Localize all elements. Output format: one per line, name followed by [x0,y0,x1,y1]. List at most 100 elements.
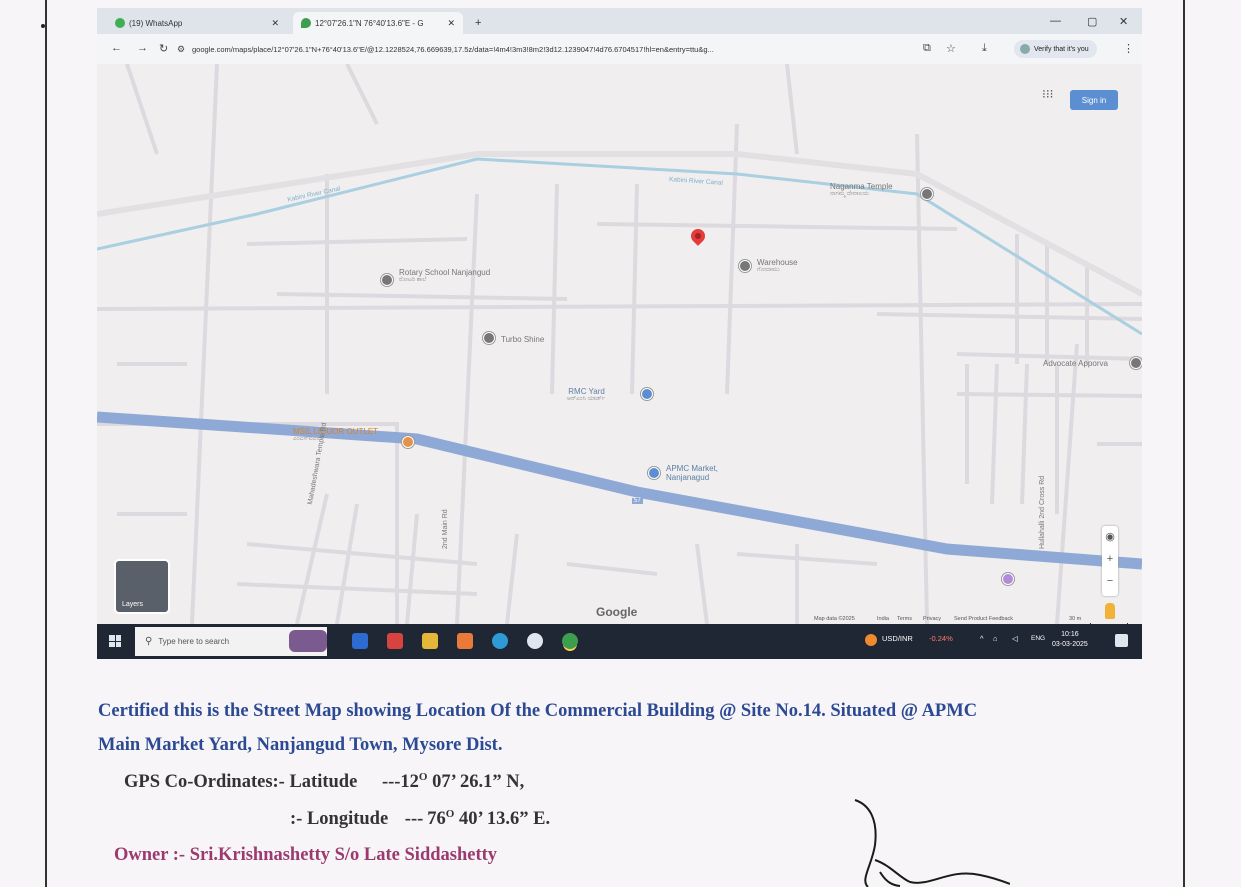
place-warehouse[interactable]: Warehouse ಗೋದಾಮು [757,258,798,274]
chrome-icon[interactable] [562,633,578,649]
place-liquor-outlet[interactable]: MSIL LIQUOR OUTLET ಎಂಎಸ್ಐಎಲ್ [293,427,378,443]
tab-label: 12°07'26.1"N 76°40'13.6"E - G [315,18,424,28]
region-link[interactable]: India [877,616,889,622]
route-shield: 57 [632,498,643,504]
privacy-link[interactable]: Privacy [923,616,941,622]
volume-icon[interactable]: ◁ [1012,634,1018,643]
latitude-dash: --- [381,772,401,793]
zoom-in-button[interactable]: + [1102,548,1118,570]
language-indicator[interactable]: ENG [1031,635,1045,642]
place-name-line1: APMC Market, [666,464,719,473]
feedback-link[interactable]: Send Product Feedback [954,616,1013,622]
sign-in-button[interactable]: Sign in [1070,90,1118,110]
browser-toolbar: ← → ↻ ⚙ google.com/maps/place/12°07'26.1… [97,34,1142,65]
profile-avatar [1020,44,1030,54]
bookmark-star-icon[interactable]: ☆ [946,42,956,55]
my-location-icon[interactable]: ◉ [1102,526,1118,548]
clock-time: 10:16 [1061,631,1079,638]
advocate-poi-icon[interactable] [1130,357,1142,369]
ticker-icon [865,634,877,646]
search-highlight-image [289,630,327,652]
file-explorer-icon[interactable] [422,633,438,649]
tray-overflow-icon[interactable]: ^ [980,634,984,643]
close-window-icon[interactable]: ✕ [1119,15,1128,28]
app-icon[interactable] [387,633,403,649]
place-name: RMC Yard [568,387,605,396]
latitude-degrees: 12 [400,772,419,793]
longitude-rest: 40’ 13.6” E. [454,809,551,830]
taskbar-clock[interactable]: 10:16 03-03-2025 [1052,630,1088,650]
pegman-icon[interactable] [1105,603,1115,619]
place-turbo-shine[interactable]: Turbo Shine [501,335,544,344]
verify-label: Verify that it's you [1034,45,1089,53]
app-icon[interactable] [457,633,473,649]
windows-taskbar: ⚲ Type here to search USD/INR -0.24% ^ ⌂… [97,624,1142,659]
network-icon[interactable]: ⌂ [993,634,998,643]
temple-poi-icon[interactable] [921,188,933,200]
browser-menu-icon[interactable]: ⋮ [1123,42,1134,55]
address-bar[interactable]: google.com/maps/place/12°07'26.1"N+76°40… [192,45,902,54]
google-logo: Google [596,605,638,619]
search-placeholder: Type here to search [158,637,230,646]
minimize-icon[interactable]: — [1050,15,1061,27]
zoom-out-button[interactable]: − [1102,570,1118,592]
edge-icon[interactable] [492,633,508,649]
place-subname: ರೋಟರಿ ಶಾಲೆ [399,277,427,283]
search-icon: ⚲ [145,636,153,647]
zoom-controls: ◉ + − [1102,526,1118,596]
latitude-rest: 07’ 26.1” N, [427,772,525,793]
forward-arrow-icon[interactable]: → [137,42,148,54]
paper-border-left [45,0,47,887]
clock-date: 03-03-2025 [1052,641,1088,648]
label-hullahalli-rd: Hullahalli 2nd Cross Rd [1039,475,1046,549]
reload-icon[interactable]: ↻ [159,42,168,55]
close-icon[interactable]: ✕ [447,18,455,29]
rmc-yard-poi-icon[interactable] [641,388,653,400]
apps-grid-icon[interactable]: ⁝⁝⁝ [1042,87,1053,101]
place-name-line2: Nanjanagud [666,473,710,482]
place-rotary-school[interactable]: Rotary School Nanjangud ರೋಟರಿ ಶಾಲೆ [399,268,490,284]
gps-longitude-line: :- Longitude --- 76O 40’ 13.6” E. [290,808,550,830]
notifications-icon[interactable] [1115,634,1128,647]
layers-button[interactable]: Layers [114,559,170,614]
certificate-line-1: Certified this is the Street Map showing… [98,701,978,721]
open-in-app-icon[interactable]: ⧉ [923,42,931,55]
ticker-symbol[interactable]: USD/INR [882,634,913,643]
app-icon[interactable] [352,633,368,649]
verify-identity-chip[interactable]: Verify that it's you [1014,40,1097,58]
new-tab-button[interactable]: + [475,12,495,34]
app-icon[interactable] [527,633,543,649]
tab-label: (19) WhatsApp [129,18,183,28]
layers-label: Layers [122,601,144,608]
tab-google-maps[interactable]: 12°07'26.1"N 76°40'13.6"E - G ✕ [293,12,463,34]
place-poi-icon[interactable] [1002,573,1014,585]
map-canvas[interactable]: Kabini River Canal Kabini River Canal Na… [97,64,1142,627]
owner-line: Owner :- Sri.Krishnashetty S/o Late Sidd… [114,845,498,865]
terms-link[interactable]: Terms [897,616,912,622]
school-poi-icon[interactable] [381,274,393,286]
liquor-poi-icon[interactable] [402,436,414,448]
longitude-dash: --- [404,809,424,830]
back-arrow-icon[interactable]: ← [111,42,122,54]
map-data-credit: Map data ©2025 [814,616,855,622]
place-subname: ನಾಗಮ್ಮ ದೇವಾಲಯ [830,191,870,197]
close-icon[interactable]: ✕ [271,18,279,29]
apmc-market-poi-icon[interactable] [648,467,660,479]
place-subname: ಗೋದಾಮು [757,267,780,273]
whatsapp-icon [115,18,125,28]
place-advocate[interactable]: Advocate Apporva [1043,359,1108,368]
windows-start-icon[interactable] [109,635,121,647]
maximize-icon[interactable]: ▢ [1087,15,1097,28]
ticker-change: -0.24% [929,634,953,643]
place-naganma-temple[interactable]: Naganma Temple ನಾಗಮ್ಮ ದೇವಾಲಯ [830,182,893,198]
browser-tab-bar: (19) WhatsApp ✕ 12°07'26.1"N 76°40'13.6"… [97,8,1142,34]
place-rmc-yard[interactable]: RMC Yard ಆರ್‌ಎಂಸಿ ಯಾರ್ಡ್ [567,387,605,403]
turbo-shine-poi-icon[interactable] [483,332,495,344]
tab-whatsapp[interactable]: (19) WhatsApp ✕ [107,12,287,34]
place-apmc-market[interactable]: APMC Market, Nanjanagud [666,464,718,482]
warehouse-poi-icon[interactable] [739,260,751,272]
maps-pin-icon [301,18,311,28]
download-icon[interactable]: ⤓ [982,42,987,55]
scale-label[interactable]: 30 m [1069,616,1081,622]
site-info-icon[interactable]: ⚙ [177,44,185,55]
